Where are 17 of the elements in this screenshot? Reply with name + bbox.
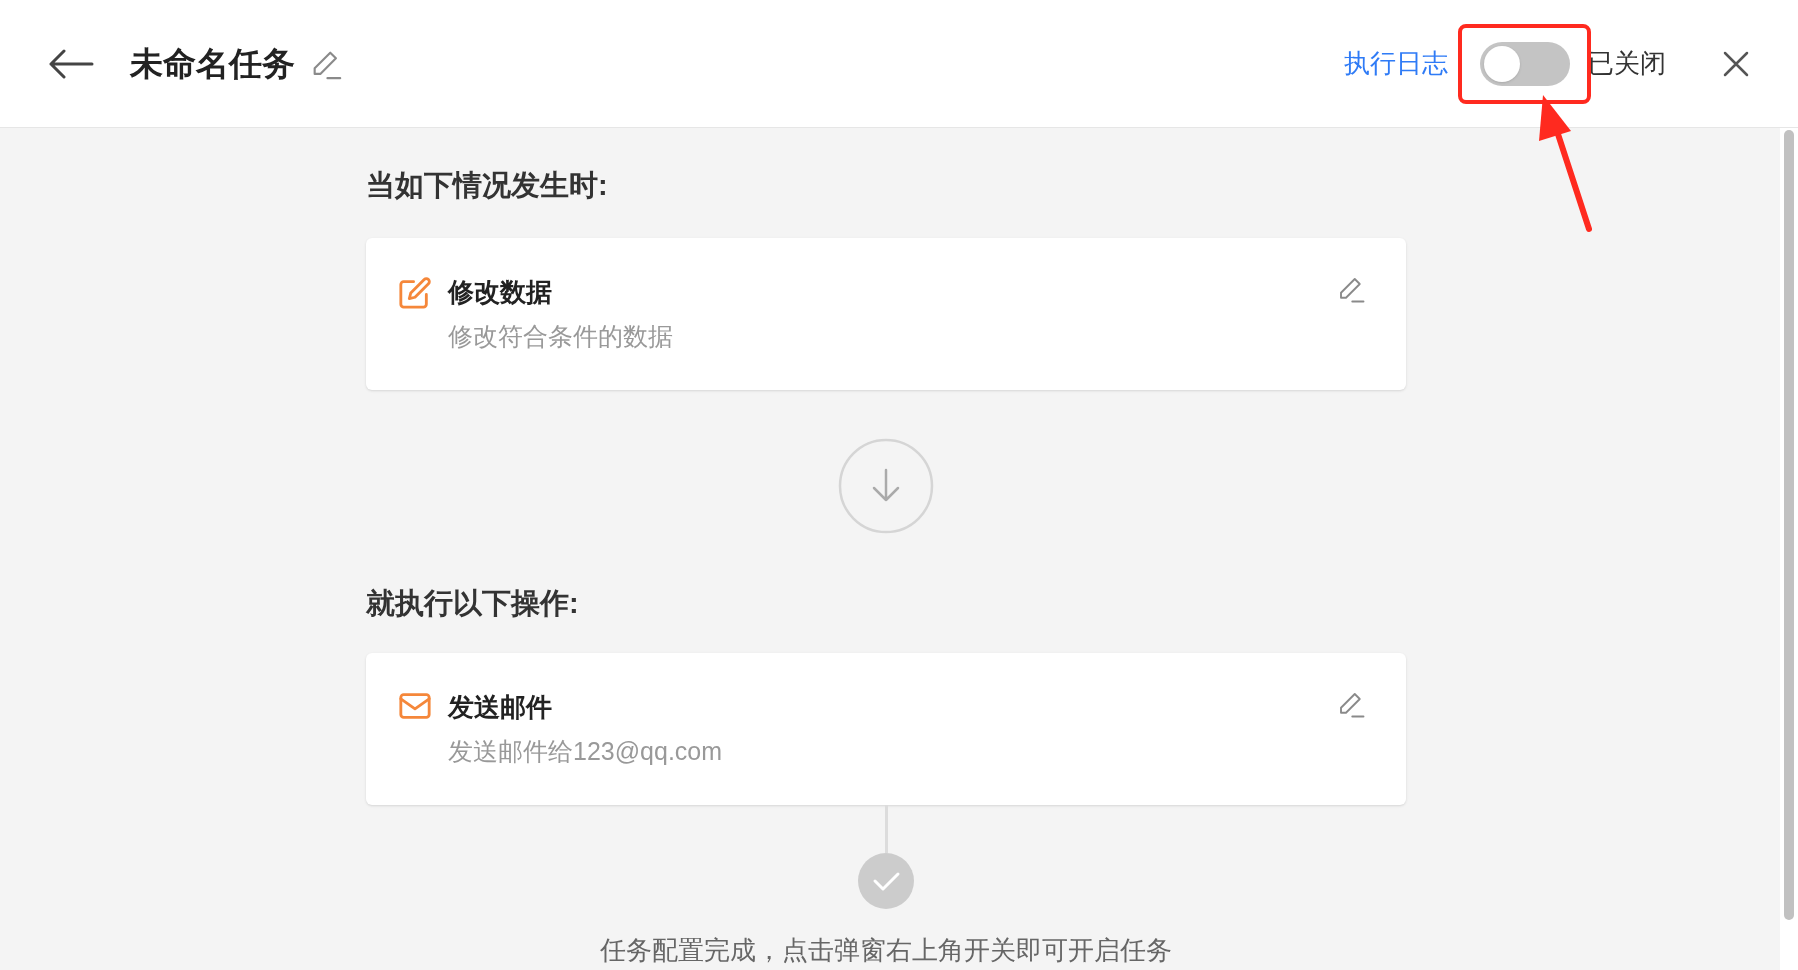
toggle-label: 已关闭 bbox=[1588, 47, 1666, 80]
check-icon bbox=[858, 853, 914, 909]
card-title: 修改数据 bbox=[448, 275, 553, 309]
task-title: 未命名任务 bbox=[130, 43, 295, 84]
card-description: 修改符合条件的数据 bbox=[448, 320, 674, 352]
section-heading: 就执行以下操作: bbox=[366, 585, 580, 621]
card-title: 发送邮件 bbox=[448, 691, 553, 724]
card-description: 发送邮件给123@qq.com bbox=[448, 736, 724, 767]
enable-toggle[interactable] bbox=[1480, 41, 1570, 86]
close-icon[interactable] bbox=[1722, 49, 1750, 78]
completion-message: 任务配置完成，点击弹窗右上角开关即可开启任务 bbox=[600, 934, 1172, 967]
mail-icon bbox=[398, 691, 432, 721]
edit-icon bbox=[398, 275, 432, 310]
back-arrow-icon[interactable] bbox=[48, 48, 94, 79]
section-heading: 当如下情况发生时: bbox=[366, 168, 609, 203]
execution-log-link[interactable]: 执行日志 bbox=[1344, 44, 1448, 83]
scrollbar-thumb[interactable] bbox=[1784, 130, 1794, 920]
